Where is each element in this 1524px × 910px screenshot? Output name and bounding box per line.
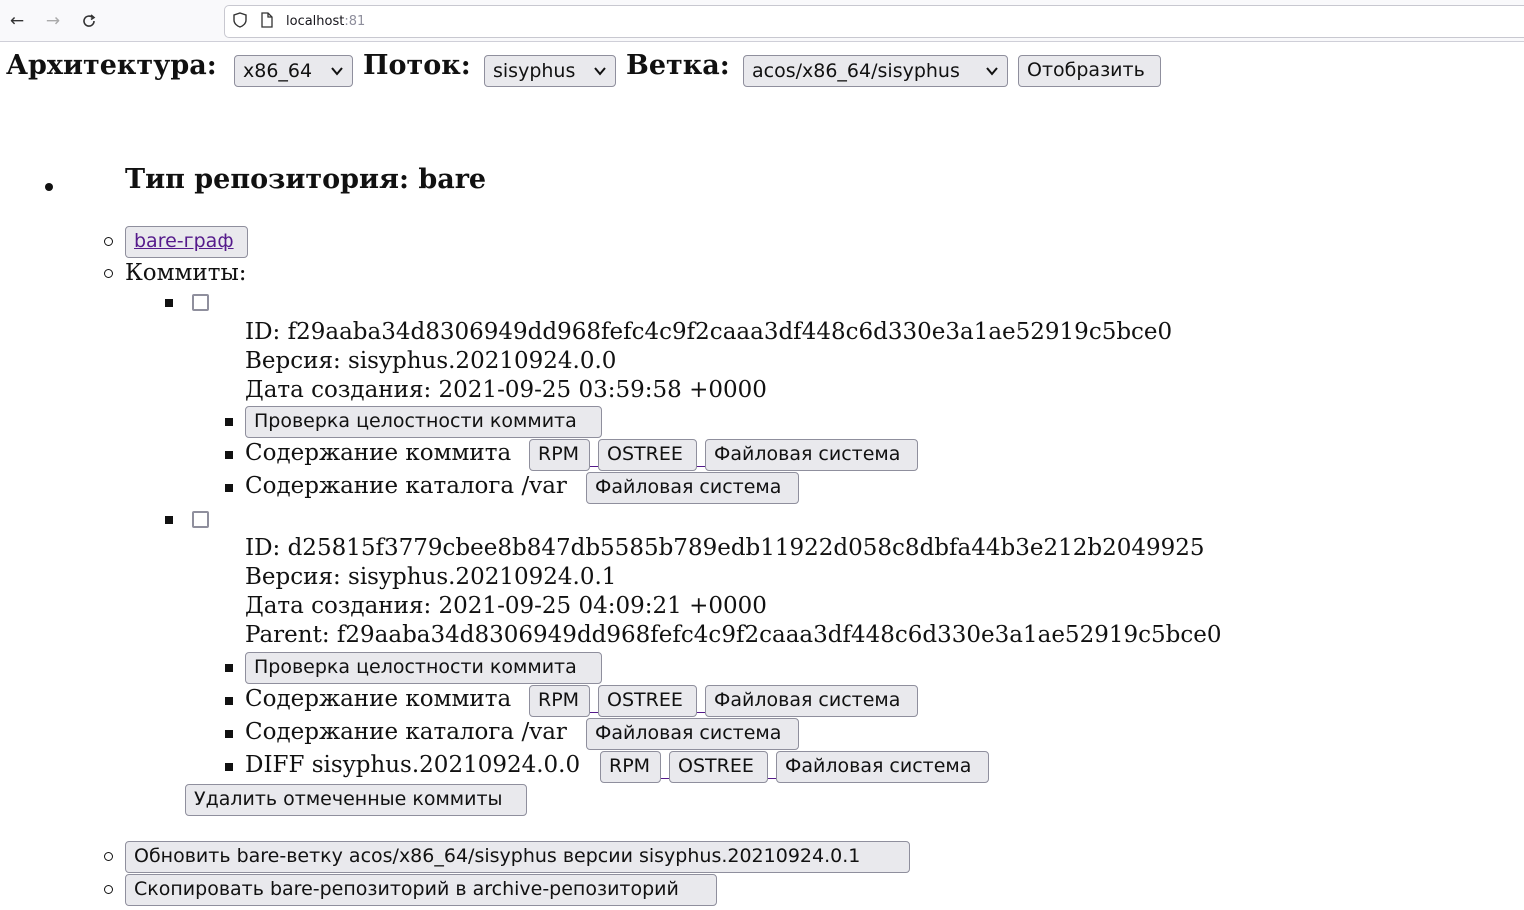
list-bullet xyxy=(45,183,53,191)
commit-2-date: Дата создания: 2021-09-25 04:09:21 +0000 xyxy=(245,593,767,619)
list-bullet xyxy=(104,269,113,278)
list-bullet xyxy=(104,885,113,894)
commit-1-version: Версия: sisyphus.20210924.0.0 xyxy=(245,348,617,374)
branch-label: Ветка: xyxy=(626,50,730,81)
repo-type-heading: Тип репозитория: bare xyxy=(125,164,487,195)
commit-2-fs-button[interactable]: Файловая система xyxy=(705,685,918,717)
commit-2-rpm-button[interactable]: RPM xyxy=(529,685,590,717)
link-underline xyxy=(697,466,705,467)
commit-1-rpm-button[interactable]: RPM xyxy=(529,439,590,471)
list-bullet xyxy=(225,484,233,492)
link-underline xyxy=(768,778,776,779)
list-bullet xyxy=(225,697,233,705)
commit-1-checkbox[interactable] xyxy=(192,294,209,311)
forward-icon[interactable]: → xyxy=(42,10,64,32)
list-bullet xyxy=(165,299,173,307)
link-underline xyxy=(590,712,598,713)
link-underline xyxy=(661,778,669,779)
commit-2-ostree-button[interactable]: OSTREE xyxy=(598,685,697,717)
commit-2-check-button[interactable]: Проверка целостности коммита xyxy=(245,652,602,684)
commit-1-fs-button[interactable]: Файловая система xyxy=(705,439,918,471)
arch-select-value: x86_64 xyxy=(243,60,313,82)
commit-2-diff-rpm-button[interactable]: RPM xyxy=(600,751,661,783)
commit-2-content-label: Содержание коммита xyxy=(245,686,512,712)
commit-1-date: Дата создания: 2021-09-25 03:59:58 +0000 xyxy=(245,377,767,403)
stream-label: Поток: xyxy=(363,50,471,81)
update-branch-button[interactable]: Обновить bare-ветку acos/x86_64/sisyphus… xyxy=(125,841,910,873)
list-bullet xyxy=(225,418,233,426)
branch-select-value: acos/x86_64/sisyphus xyxy=(752,60,960,82)
commit-1-id: ID: f29aaba34d8306949dd968fefc4c9f2caaa3… xyxy=(245,319,1173,345)
commit-2-checkbox[interactable] xyxy=(192,511,209,528)
commit-2-parent: Parent: f29aaba34d8306949dd968fefc4c9f2c… xyxy=(245,622,1222,648)
chevron-down-icon xyxy=(985,61,999,83)
list-bullet xyxy=(225,763,233,771)
branch-select[interactable]: acos/x86_64/sisyphus xyxy=(743,55,1008,87)
commit-1-ostree-button[interactable]: OSTREE xyxy=(598,439,697,471)
list-bullet xyxy=(165,516,173,524)
list-bullet xyxy=(225,730,233,738)
url-text[interactable]: localhost:81 xyxy=(286,14,365,29)
arch-label: Архитектура: xyxy=(6,50,217,81)
arch-select[interactable]: x86_64 xyxy=(234,55,353,87)
commit-1-check-button[interactable]: Проверка целостности коммита xyxy=(245,406,602,438)
list-bullet xyxy=(104,237,113,246)
stream-select[interactable]: sisyphus xyxy=(484,55,616,87)
commit-2-diff-fs-button[interactable]: Файловая система xyxy=(776,751,989,783)
url-port: :81 xyxy=(344,14,366,29)
stream-select-value: sisyphus xyxy=(493,60,576,82)
commit-2-id: ID: d25815f3779cbee8b847db5585b789edb119… xyxy=(245,535,1205,561)
reload-icon[interactable] xyxy=(78,10,100,32)
chevron-down-icon xyxy=(330,61,344,83)
commit-2-var-fs-button[interactable]: Файловая система xyxy=(586,718,799,750)
commit-1-var-label: Содержание каталога /var xyxy=(245,473,567,499)
commit-2-version: Версия: sisyphus.20210924.0.1 xyxy=(245,564,617,590)
commit-2-diff-label: DIFF sisyphus.20210924.0.0 xyxy=(245,752,581,778)
commits-label: Коммиты: xyxy=(125,260,247,286)
delete-commits-button[interactable]: Удалить отмеченные коммиты xyxy=(185,784,527,816)
show-button[interactable]: Отобразить xyxy=(1018,55,1161,87)
back-icon[interactable]: ← xyxy=(6,10,28,32)
list-bullet xyxy=(104,852,113,861)
browser-toolbar: ← → localhost:81 xyxy=(0,0,1524,42)
list-bullet xyxy=(225,451,233,459)
commit-2-diff-ostree-button[interactable]: OSTREE xyxy=(669,751,768,783)
url-host: localhost xyxy=(286,14,345,29)
address-bar[interactable]: localhost:81 xyxy=(224,5,1524,38)
copy-repo-button[interactable]: Скопировать bare-репозиторий в archive-р… xyxy=(125,874,717,906)
chevron-down-icon xyxy=(593,61,607,83)
commit-2-var-label: Содержание каталога /var xyxy=(245,719,567,745)
bare-graph-link[interactable]: bare-граф xyxy=(125,226,248,258)
link-underline xyxy=(590,466,598,467)
shield-icon[interactable] xyxy=(233,12,247,32)
page-icon[interactable] xyxy=(261,12,273,32)
list-bullet xyxy=(225,664,233,672)
commit-1-content-label: Содержание коммита xyxy=(245,440,512,466)
commit-1-var-fs-button[interactable]: Файловая система xyxy=(586,472,799,504)
link-underline xyxy=(697,712,705,713)
